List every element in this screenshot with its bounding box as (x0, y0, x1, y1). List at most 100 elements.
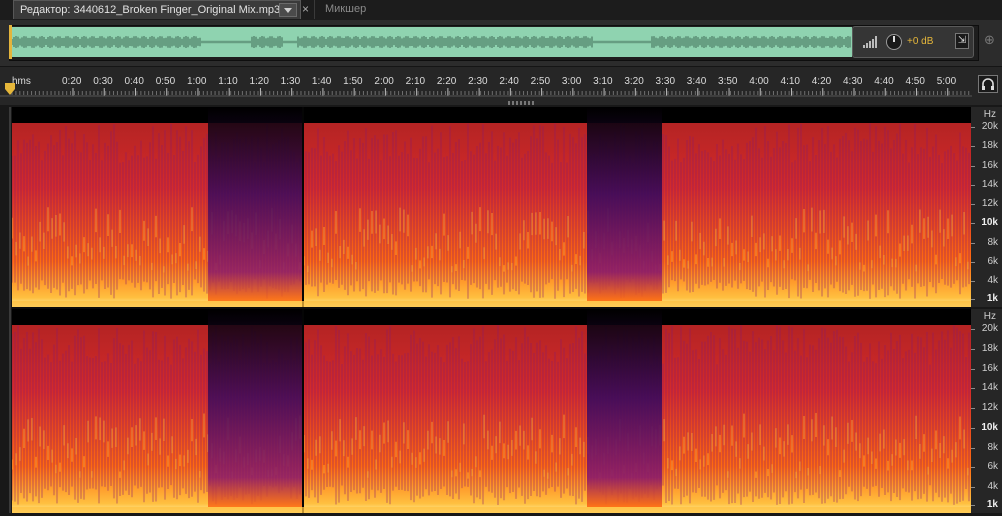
frequency-scale-left: Hz 20k 18k 16k 14k 12k 10k 8k 6k 4k 1k (971, 107, 1002, 307)
ruler-label: 1:40 (311, 76, 332, 87)
frequency-label: 18k (981, 342, 998, 354)
frequency-tick (971, 487, 975, 488)
chevron-down-icon[interactable] (279, 3, 297, 17)
overview-waveform[interactable] (12, 27, 852, 57)
frequency-tick (971, 184, 975, 186)
frequency-label: 20k (981, 121, 998, 132)
ruler-label: 1:30 (280, 76, 301, 87)
overview-panel: +0 dB ⇲ ⊕ (0, 20, 1002, 67)
ruler-label: 3:00 (561, 76, 582, 87)
frequency-tick (971, 261, 975, 263)
spectrogram-channel-right[interactable] (12, 309, 971, 513)
ruler-label: 2:40 (499, 76, 519, 87)
frequency-tick (971, 348, 975, 350)
frequency-label: 12k (981, 402, 998, 413)
ruler-label: 2:00 (374, 76, 394, 87)
tab-mixer[interactable]: Микшер (314, 0, 386, 19)
ruler-label: 2:50 (530, 76, 551, 87)
frequency-label: 14k (981, 178, 998, 190)
frequency-label: 8k (987, 441, 998, 453)
frequency-label: 4k (987, 275, 998, 286)
playhead-marker-icon[interactable] (5, 83, 15, 95)
frequency-label: 4k (987, 481, 998, 492)
spectrogram-quiet-region (587, 309, 662, 507)
frequency-tick (971, 146, 975, 148)
ruler-label: 2:30 (468, 76, 488, 87)
headphones-icon[interactable] (978, 75, 998, 93)
ruler-label: 3:30 (655, 76, 676, 87)
frequency-tick (971, 242, 975, 244)
frequency-tick (971, 467, 975, 469)
frequency-unit: Hz (983, 109, 996, 120)
close-icon[interactable]: × (302, 2, 313, 16)
spectrogram-quiet-region (587, 107, 662, 301)
frequency-tick (971, 329, 975, 330)
ruler-label: 1:10 (218, 76, 238, 87)
ruler-label: 2:20 (436, 76, 457, 87)
frequency-label: 16k (981, 159, 998, 171)
time-ruler[interactable]: hms 0:20 0:30 0:40 0:50 1:00 1:10 1:20 1:30 1:40 1… (0, 67, 1002, 101)
volume-bars-icon (863, 36, 877, 48)
ruler-label: 3:10 (593, 76, 613, 87)
frequency-label: 1k (986, 499, 998, 510)
frequency-tick (971, 223, 975, 225)
frequency-tick (971, 281, 975, 282)
frequency-label: 10k (981, 421, 998, 433)
frequency-tick (971, 505, 975, 506)
frequency-tick (971, 165, 975, 167)
frequency-tick (971, 299, 975, 300)
ruler-label: 2:10 (405, 76, 426, 87)
frequency-label: 6k (987, 461, 998, 473)
frequency-tick (971, 427, 975, 429)
frequency-label: 14k (981, 382, 998, 394)
spectrogram-low-band (12, 507, 971, 513)
frequency-label: 1k (986, 293, 998, 304)
frequency-label: 18k (981, 140, 998, 152)
ruler-label: 0:30 (93, 76, 113, 87)
ruler-label: 4:00 (749, 76, 769, 87)
pin-icon[interactable]: ⇲ (955, 33, 969, 49)
frequency-tick (971, 204, 975, 205)
zoom-navigation-icon[interactable]: ⊕ (984, 32, 998, 52)
spectrogram-quiet-region (208, 107, 304, 301)
frequency-label: 20k (981, 323, 998, 334)
ruler-label: 5:00 (936, 76, 957, 87)
ruler-label: 0:50 (155, 76, 176, 87)
spectrogram-quiet-region (208, 309, 304, 507)
frequency-label: 12k (981, 198, 998, 209)
ruler-label: 1:20 (249, 76, 269, 87)
spectrogram-gap (302, 107, 304, 307)
ruler-label: 1:50 (343, 76, 363, 87)
spectrogram-gap (302, 309, 304, 513)
tab-editor[interactable]: Редактор: 3440612_Broken Finger_Original… (13, 0, 301, 19)
ruler-label: 3:50 (718, 76, 738, 87)
ruler-label: 0:40 (124, 76, 144, 87)
document-tab-bar: Редактор: 3440612_Broken Finger_Original… (0, 0, 1002, 21)
spectrogram-channel-left[interactable] (12, 107, 971, 307)
frequency-tick (971, 388, 975, 390)
frequency-label: 16k (981, 362, 998, 374)
ruler-label: 4:30 (843, 76, 863, 87)
tab-editor-title: Редактор: 3440612_Broken Finger_Original… (20, 4, 281, 16)
frequency-tick (971, 408, 975, 409)
frequency-label: 10k (981, 217, 998, 229)
ruler-label: 1:00 (186, 76, 207, 87)
ruler-label: 3:40 (686, 76, 707, 87)
ruler-label: 0:20 (62, 76, 82, 87)
tab-mixer-title: Микшер (325, 3, 367, 15)
channel-left-rule (9, 107, 11, 513)
frequency-label: 8k (987, 236, 998, 248)
ruler-label: 3:20 (624, 76, 644, 87)
ruler-label: 4:50 (905, 76, 925, 87)
frequency-unit: Hz (983, 311, 996, 322)
frequency-scale-right: Hz 20k 18k 16k 14k 12k 10k 8k 6k 4k 1k (971, 309, 1002, 513)
ruler-label: 4:40 (874, 76, 894, 87)
frequency-tick (971, 127, 975, 128)
frequency-tick (971, 368, 975, 370)
gain-knob-icon[interactable] (886, 34, 902, 50)
level-hud: +0 dB ⇲ (852, 26, 974, 58)
frequency-tick (971, 447, 975, 449)
ruler-label: 4:10 (780, 76, 800, 87)
frequency-label: 6k (987, 255, 998, 267)
gain-value[interactable]: +0 dB (907, 36, 933, 47)
